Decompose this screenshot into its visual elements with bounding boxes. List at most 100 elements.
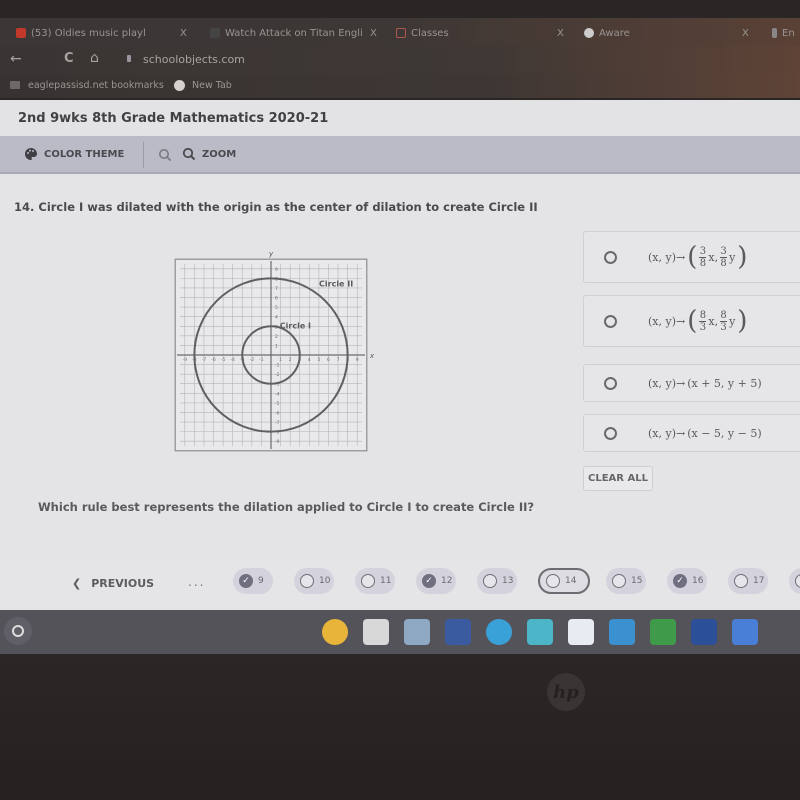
choice-expression: (x, y)→ (x + 5, y + 5) (648, 377, 762, 390)
numerator: 8 (720, 309, 727, 321)
radio-button[interactable] (604, 251, 617, 264)
hp-logo: hp (547, 673, 585, 711)
chevron-left-icon: ❮ (72, 577, 82, 590)
bookmark-folder[interactable]: eaglepassisd.net bookmarks (28, 80, 164, 91)
question-number: 13 (502, 576, 514, 586)
zoom-out-icon[interactable] (158, 148, 172, 162)
fraction: 83 (699, 309, 707, 333)
close-tab-icon[interactable]: X (557, 26, 564, 40)
y-tick-label: -7 (275, 420, 280, 426)
zoom-in-button[interactable]: ZOOM (182, 147, 236, 161)
tab-partial[interactable]: En (772, 26, 795, 40)
answer-choice-b[interactable]: (x, y)→ ( 83 x, 83 y ) (583, 295, 800, 347)
question-pill-11[interactable]: 11 (355, 568, 395, 594)
globe-icon (174, 80, 185, 91)
x-axis-label: x (369, 352, 375, 360)
question-text: 14. Circle I was dilated with the origin… (14, 200, 538, 214)
os-shelf (0, 610, 800, 654)
left-paren: ( (687, 306, 698, 336)
tab-aware[interactable]: Aware (584, 26, 630, 40)
answer-choice-a[interactable]: (x, y)→ ( 38 x, 38 y ) (583, 231, 800, 283)
choice-rhs: (x + 5, y + 5) (687, 377, 762, 390)
calculator-icon[interactable] (404, 619, 430, 645)
close-tab-icon[interactable]: X (742, 26, 749, 40)
x-tick-label: -2 (250, 357, 255, 363)
tab-label: Aware (599, 27, 630, 39)
previous-button[interactable]: ❮ PREVIOUS (72, 577, 154, 590)
choice-expression: (x, y)→ ( 38 x, 38 y ) (648, 244, 747, 270)
radio-button[interactable] (604, 315, 617, 328)
question-pill-14[interactable]: 14 (538, 568, 590, 594)
pearson-icon[interactable] (568, 619, 594, 645)
chat-icon[interactable] (609, 619, 635, 645)
radio-button[interactable] (604, 377, 617, 390)
question-pill-10[interactable]: 10 (294, 568, 334, 594)
video-icon (210, 28, 220, 38)
clear-all-button[interactable]: CLEAR ALL (583, 466, 653, 491)
reload-icon[interactable]: C (64, 51, 74, 66)
tab-video[interactable]: Watch Attack on Titan Engli (210, 26, 363, 40)
fraction: 38 (720, 245, 728, 269)
voice-icon[interactable] (527, 619, 553, 645)
tab-youtube[interactable]: (53) Oldies music playl (16, 26, 146, 40)
question-pill-15[interactable]: 15 (606, 568, 646, 594)
question-pill-9[interactable]: ✓ 9 (233, 568, 273, 594)
bookmarks-bar: eaglepassisd.net bookmarks New Tab (0, 74, 800, 98)
x-tick-label: 1 (279, 357, 282, 363)
question-number: 9 (258, 576, 264, 586)
circle-label: Circle II (319, 279, 353, 288)
denominator: 8 (699, 257, 707, 269)
fraction: 83 (720, 309, 728, 333)
previous-label: PREVIOUS (91, 577, 155, 590)
close-tab-icon[interactable]: X (370, 26, 377, 40)
eye-icon[interactable] (486, 619, 512, 645)
denominator: 8 (720, 257, 727, 269)
game-icon[interactable] (445, 619, 471, 645)
y-tick-label: -4 (275, 391, 280, 397)
texas-icon[interactable] (691, 619, 717, 645)
x-tick-label: 2 (289, 357, 292, 363)
url-field[interactable]: schoolobjects.com (143, 53, 245, 66)
tab-classes[interactable]: Classes (396, 26, 449, 40)
tab-label: (53) Oldies music playl (31, 27, 146, 39)
close-tab-icon[interactable]: X (180, 26, 187, 40)
numerator: 3 (720, 245, 727, 257)
right-paren: ) (737, 306, 748, 336)
question-pill-partial[interactable] (789, 568, 800, 594)
question-pill-16[interactable]: ✓ 16 (667, 568, 707, 594)
tab-bar: (53) Oldies music playl X Watch Attack o… (0, 18, 800, 46)
question-pill-17[interactable]: 17 (728, 568, 768, 594)
more-questions-ellipsis[interactable]: ... (188, 575, 205, 589)
answer-choice-c[interactable]: (x, y)→ (x + 5, y + 5) (583, 364, 800, 402)
check-icon: ✓ (239, 574, 253, 588)
question-pill-12[interactable]: ✓ 12 (416, 568, 456, 594)
bookmark-new-tab[interactable]: New Tab (192, 80, 232, 91)
x-tick-label: -9 (183, 357, 188, 363)
color-theme-button[interactable]: COLOR THEME (24, 147, 124, 161)
chrome-icon[interactable] (322, 619, 348, 645)
radio-button[interactable] (604, 427, 617, 440)
docs-icon[interactable] (732, 619, 758, 645)
choice-lhs: (x, y)→ (648, 314, 686, 328)
screen: (53) Oldies music playl X Watch Attack o… (0, 0, 800, 800)
launcher-button[interactable] (4, 617, 32, 645)
address-bar: ← C ⌂ schoolobjects.com (0, 46, 800, 74)
unanswered-circle-icon (361, 574, 375, 588)
toolbar: COLOR THEME ZOOM (0, 136, 800, 174)
var-y: y (729, 250, 736, 264)
classroom-icon[interactable] (650, 619, 676, 645)
question-pill-13[interactable]: 13 (477, 568, 517, 594)
answer-choice-d[interactable]: (x, y)→ (x − 5, y − 5) (583, 414, 800, 452)
zoom-label: ZOOM (202, 148, 237, 160)
question-number: 10 (319, 576, 331, 586)
files-icon[interactable] (363, 619, 389, 645)
y-tick-label: 4 (275, 315, 278, 321)
question-prompt: Which rule best represents the dilation … (38, 500, 535, 514)
unanswered-circle-icon (795, 574, 800, 588)
unanswered-circle-icon (612, 574, 626, 588)
back-icon[interactable]: ← (10, 51, 22, 67)
choice-lhs: (x, y)→ (648, 377, 686, 390)
numerator: 8 (699, 309, 707, 321)
home-icon[interactable]: ⌂ (90, 50, 99, 66)
denominator: 3 (720, 321, 727, 333)
